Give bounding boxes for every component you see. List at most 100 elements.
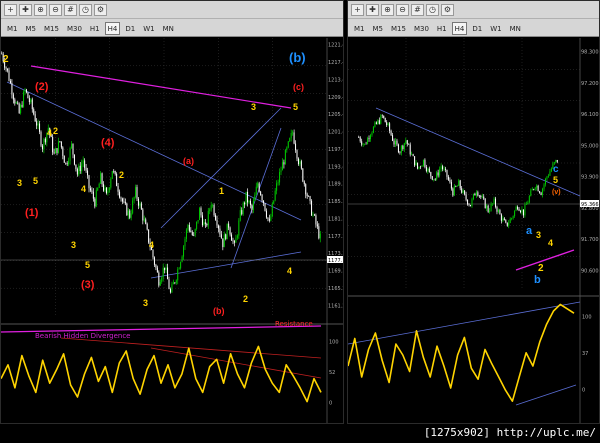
candle-body: [469, 204, 472, 207]
price-axis-label: 1217.45: [328, 60, 344, 66]
wave-label: 4: [149, 240, 154, 250]
chart-toolbar: + ✚ ⊕ ⊖ # ◷ ⚙ M1 M5 M15 M30 H1 H4 D1 W1 MN: [1, 1, 343, 37]
timeframe-button-m5[interactable]: M5: [23, 22, 40, 35]
grid-icon[interactable]: #: [411, 3, 424, 16]
candle-body: [97, 187, 99, 191]
candle-body: [546, 176, 548, 179]
candle-body: [236, 235, 238, 238]
candle-body: [280, 170, 282, 173]
new-chart-icon[interactable]: +: [4, 3, 17, 16]
chart-window-left[interactable]: +✚⊕⊖#◷⚙ M1M5M15M30H1H4D1W1MN 1221.40 1217…: [0, 0, 344, 424]
properties-icon[interactable]: ⚙: [94, 3, 107, 16]
timeframe-button-m15[interactable]: M15: [41, 22, 62, 35]
candle-body: [132, 200, 134, 214]
crosshair-icon[interactable]: ✚: [366, 3, 379, 16]
period-icon[interactable]: ◷: [79, 3, 92, 16]
candle-body: [362, 143, 364, 145]
timeframe-button-h4[interactable]: H4: [451, 21, 468, 35]
candle-body: [124, 201, 126, 204]
candle-body: [107, 190, 109, 194]
zoom-out-icon[interactable]: ⊖: [49, 3, 62, 16]
properties-icon[interactable]: ⚙: [441, 3, 454, 16]
timeframe-button-m30[interactable]: M30: [411, 22, 432, 35]
price-axis-label: 93.900: [581, 175, 599, 181]
candle-body: [536, 185, 538, 188]
candle-body: [79, 165, 81, 172]
timeframe-button-m15[interactable]: M15: [388, 22, 409, 35]
candle-body: [101, 173, 103, 185]
candle-body: [409, 144, 411, 155]
candle-body: [36, 121, 38, 126]
candle-body: [439, 169, 441, 176]
candle-body: [235, 237, 237, 243]
candle-body: [290, 132, 292, 139]
period-icon[interactable]: ◷: [426, 3, 439, 16]
timeframe-button-mn[interactable]: MN: [160, 22, 177, 35]
price-axis-label: 52: [329, 370, 335, 376]
candle-body: [168, 279, 170, 290]
zoom-in-icon[interactable]: ⊕: [34, 3, 47, 16]
timeframe-button-h4[interactable]: H4: [104, 21, 121, 35]
timeframe-button-w1[interactable]: W1: [140, 22, 157, 35]
candle-body: [216, 219, 218, 226]
wave-label: (1): [25, 207, 39, 219]
wave-label: c: [553, 164, 559, 175]
candle-body: [190, 230, 192, 232]
candle-body: [120, 197, 122, 199]
candle-body: [248, 200, 250, 203]
timeframe-button-m1[interactable]: M1: [4, 22, 21, 35]
candle-body: [393, 140, 395, 145]
candle-body: [232, 240, 234, 242]
candle-body: [430, 171, 432, 177]
price-chart-right[interactable]: 98.30097.20096.10095.00093.90092.80091.7…: [348, 38, 600, 424]
candle-body: [213, 205, 215, 216]
candle-body: [486, 205, 488, 209]
candle-body: [87, 170, 89, 176]
price-chart-left[interactable]: 1221.40 1217.45 1213.45 1209.40 1205.40 1201.…: [1, 38, 344, 424]
candle-body: [143, 219, 145, 221]
candle-body: [417, 162, 419, 169]
timeframe-button-m5[interactable]: M5: [370, 22, 387, 35]
timeframe-button-h1[interactable]: H1: [434, 22, 450, 35]
candle-body: [181, 256, 183, 263]
candle-body: [293, 132, 295, 144]
candle-body: [187, 224, 189, 230]
timeframe-button-d1[interactable]: D1: [469, 22, 485, 35]
candle-body: [71, 143, 73, 149]
candle-body: [76, 169, 78, 175]
candle-body: [442, 166, 444, 170]
candle-body: [459, 180, 461, 189]
timeframe-button-h1[interactable]: H1: [87, 22, 103, 35]
new-chart-icon[interactable]: +: [351, 3, 364, 16]
timeframe-button-d1[interactable]: D1: [122, 22, 138, 35]
candle-body: [228, 223, 230, 228]
wave-label: (b): [289, 50, 306, 65]
price-axis-label: 1189.30: [328, 182, 344, 188]
candle-body: [89, 188, 91, 191]
timeframe-button-m1[interactable]: M1: [351, 22, 368, 35]
timeframe-button-m30[interactable]: M30: [64, 22, 85, 35]
price-axis-label: 100: [582, 314, 592, 320]
grid-icon[interactable]: #: [64, 3, 77, 16]
price-axis-label: 1213.45: [328, 77, 344, 83]
candle-body: [422, 159, 424, 166]
candle-body: [374, 122, 376, 127]
wave-label: 2: [3, 54, 9, 65]
candle-body: [292, 132, 294, 134]
candle-body: [73, 154, 75, 165]
chart-window-right[interactable]: + ✚ ⊕ ⊖ # ◷ ⚙ M1 M5 M15 M30 H1 H4 D1 W1 MN 98.300 97.20…: [347, 0, 600, 424]
candle-body: [212, 205, 214, 206]
candle-body: [175, 280, 177, 283]
zoom-in-icon[interactable]: ⊕: [381, 3, 394, 16]
crosshair-icon[interactable]: ✚: [19, 3, 32, 16]
candle-body: [295, 143, 297, 151]
candle-body: [60, 141, 62, 148]
candle-body: [533, 189, 535, 190]
candle-body: [63, 155, 65, 163]
candle-body: [226, 223, 228, 240]
timeframe-button-mn[interactable]: MN: [507, 22, 524, 35]
candle-body: [255, 186, 257, 195]
timeframe-button-w1[interactable]: W1: [487, 22, 504, 35]
timeframe-bar: M1 M5 M15 M30 H1 H4 D1 W1 MN: [1, 19, 343, 37]
zoom-out-icon[interactable]: ⊖: [396, 3, 409, 16]
